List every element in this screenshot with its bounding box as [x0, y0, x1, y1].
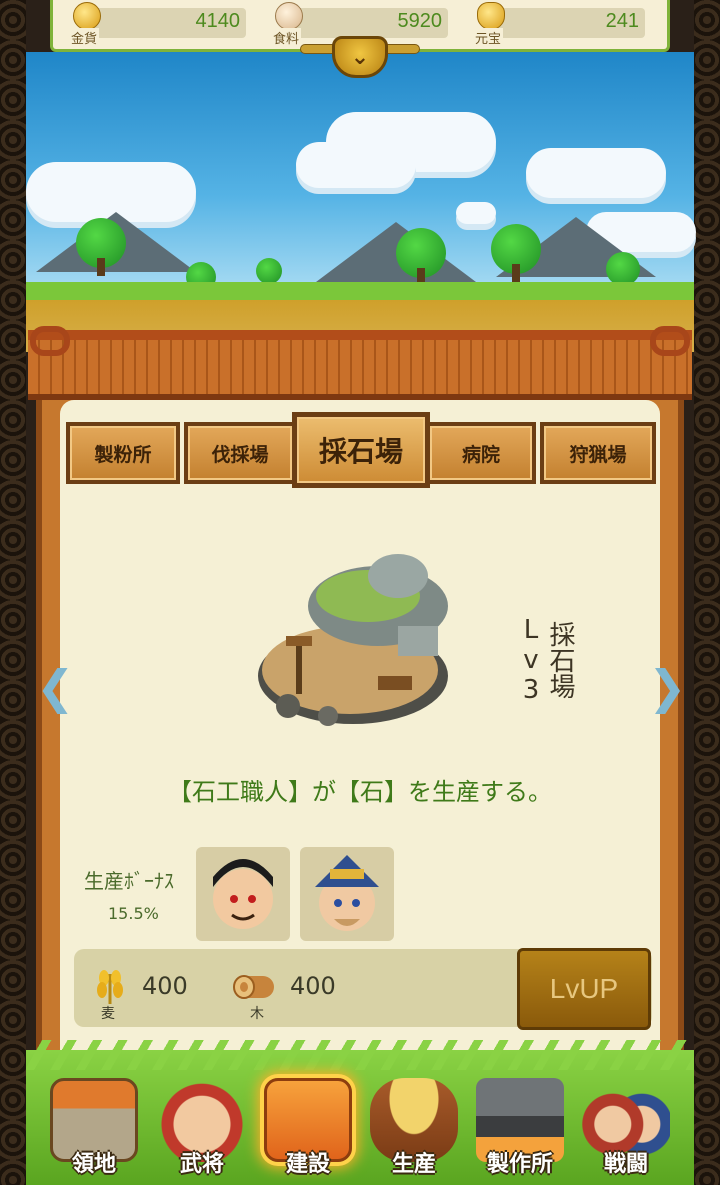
bonus-label: 生産ﾎﾞｰﾅｽ — [84, 869, 174, 893]
tab-lumber[interactable]: 伐採場 — [184, 422, 296, 484]
tab-hunting[interactable]: 狩猟場 — [540, 422, 656, 484]
general-portrait-icon — [213, 859, 273, 929]
worker-portrait-1[interactable] — [196, 847, 290, 941]
yuanbao-resource: 元宝 241 — [473, 2, 645, 47]
bun-icon — [275, 2, 303, 30]
nav-production-label: 生産 — [391, 1152, 436, 1177]
nav-battle[interactable]: 戦闘 — [574, 1078, 678, 1182]
tab-lumber-label: 伐採場 — [211, 443, 269, 466]
yuanbao-value: 241 — [605, 10, 639, 32]
nav-territory[interactable]: 領地 — [42, 1078, 146, 1182]
wood-cost: 400 — [290, 972, 336, 1000]
gold-resource: 金貨 4140 — [69, 2, 246, 47]
wood-label: 木 — [250, 1006, 264, 1022]
nav-production[interactable]: 生産 — [362, 1078, 466, 1182]
wheat-label: 麦 — [101, 1006, 115, 1022]
food-label: 食料 — [271, 28, 302, 47]
nav-generals[interactable]: 武将 — [150, 1078, 254, 1182]
yuanbao-label: 元宝 — [473, 28, 504, 47]
roof-end-left — [30, 326, 70, 356]
sky-scenery — [26, 52, 696, 320]
lvup-button[interactable]: LvUP — [517, 948, 651, 1030]
next-arrow-icon[interactable]: ❯ — [648, 660, 687, 714]
tab-hunting-label: 狩猟場 — [569, 443, 627, 466]
building-level: 採石場Lv3 — [516, 615, 575, 705]
food-resource: 食料 5920 — [271, 2, 448, 47]
tab-mill[interactable]: 製粉所 — [66, 422, 180, 484]
nav-territory-label: 領地 — [71, 1152, 116, 1177]
roof — [28, 330, 692, 400]
nav-workshop-label: 製作所 — [486, 1152, 553, 1177]
tab-hospital[interactable]: 病院 — [426, 422, 536, 484]
nav-build[interactable]: 建設 — [256, 1078, 360, 1182]
nav-generals-label: 武将 — [179, 1152, 224, 1177]
gold-label: 金貨 — [69, 28, 100, 47]
resource-toggle[interactable]: ⌄ — [300, 36, 420, 82]
chevron-down-icon[interactable]: ⌄ — [332, 36, 388, 78]
wheat-icon — [97, 970, 123, 1004]
tab-mill-label: 製粉所 — [94, 443, 152, 466]
nav-build-label: 建設 — [285, 1152, 330, 1177]
right-border — [694, 0, 720, 1185]
wood-log-icon — [233, 975, 274, 999]
food-value: 5920 — [397, 10, 443, 32]
tab-quarry-label: 採石場 — [318, 435, 403, 468]
tab-quarry[interactable]: 採石場 — [292, 412, 430, 488]
tab-hospital-label: 病院 — [461, 443, 500, 466]
nav-workshop[interactable]: 製作所 — [468, 1078, 572, 1182]
prev-arrow-icon[interactable]: ❮ — [36, 660, 75, 714]
nav-battle-label: 戦闘 — [603, 1152, 648, 1177]
gold-coin-icon — [73, 2, 101, 30]
building-description: 【石工職人】が【石】を生産する。 — [168, 778, 552, 806]
general-portrait-icon — [315, 855, 379, 931]
grass-decoration — [26, 1040, 694, 1070]
gold-value: 4140 — [195, 10, 241, 32]
wheat-cost: 400 — [142, 972, 188, 1000]
roof-end-right — [650, 326, 690, 356]
bonus-value: 15.5% — [108, 904, 159, 923]
left-border — [0, 0, 26, 1185]
gold-ingot-icon — [477, 2, 505, 30]
quarry-building-image — [258, 554, 448, 726]
worker-portrait-2[interactable] — [300, 847, 394, 941]
